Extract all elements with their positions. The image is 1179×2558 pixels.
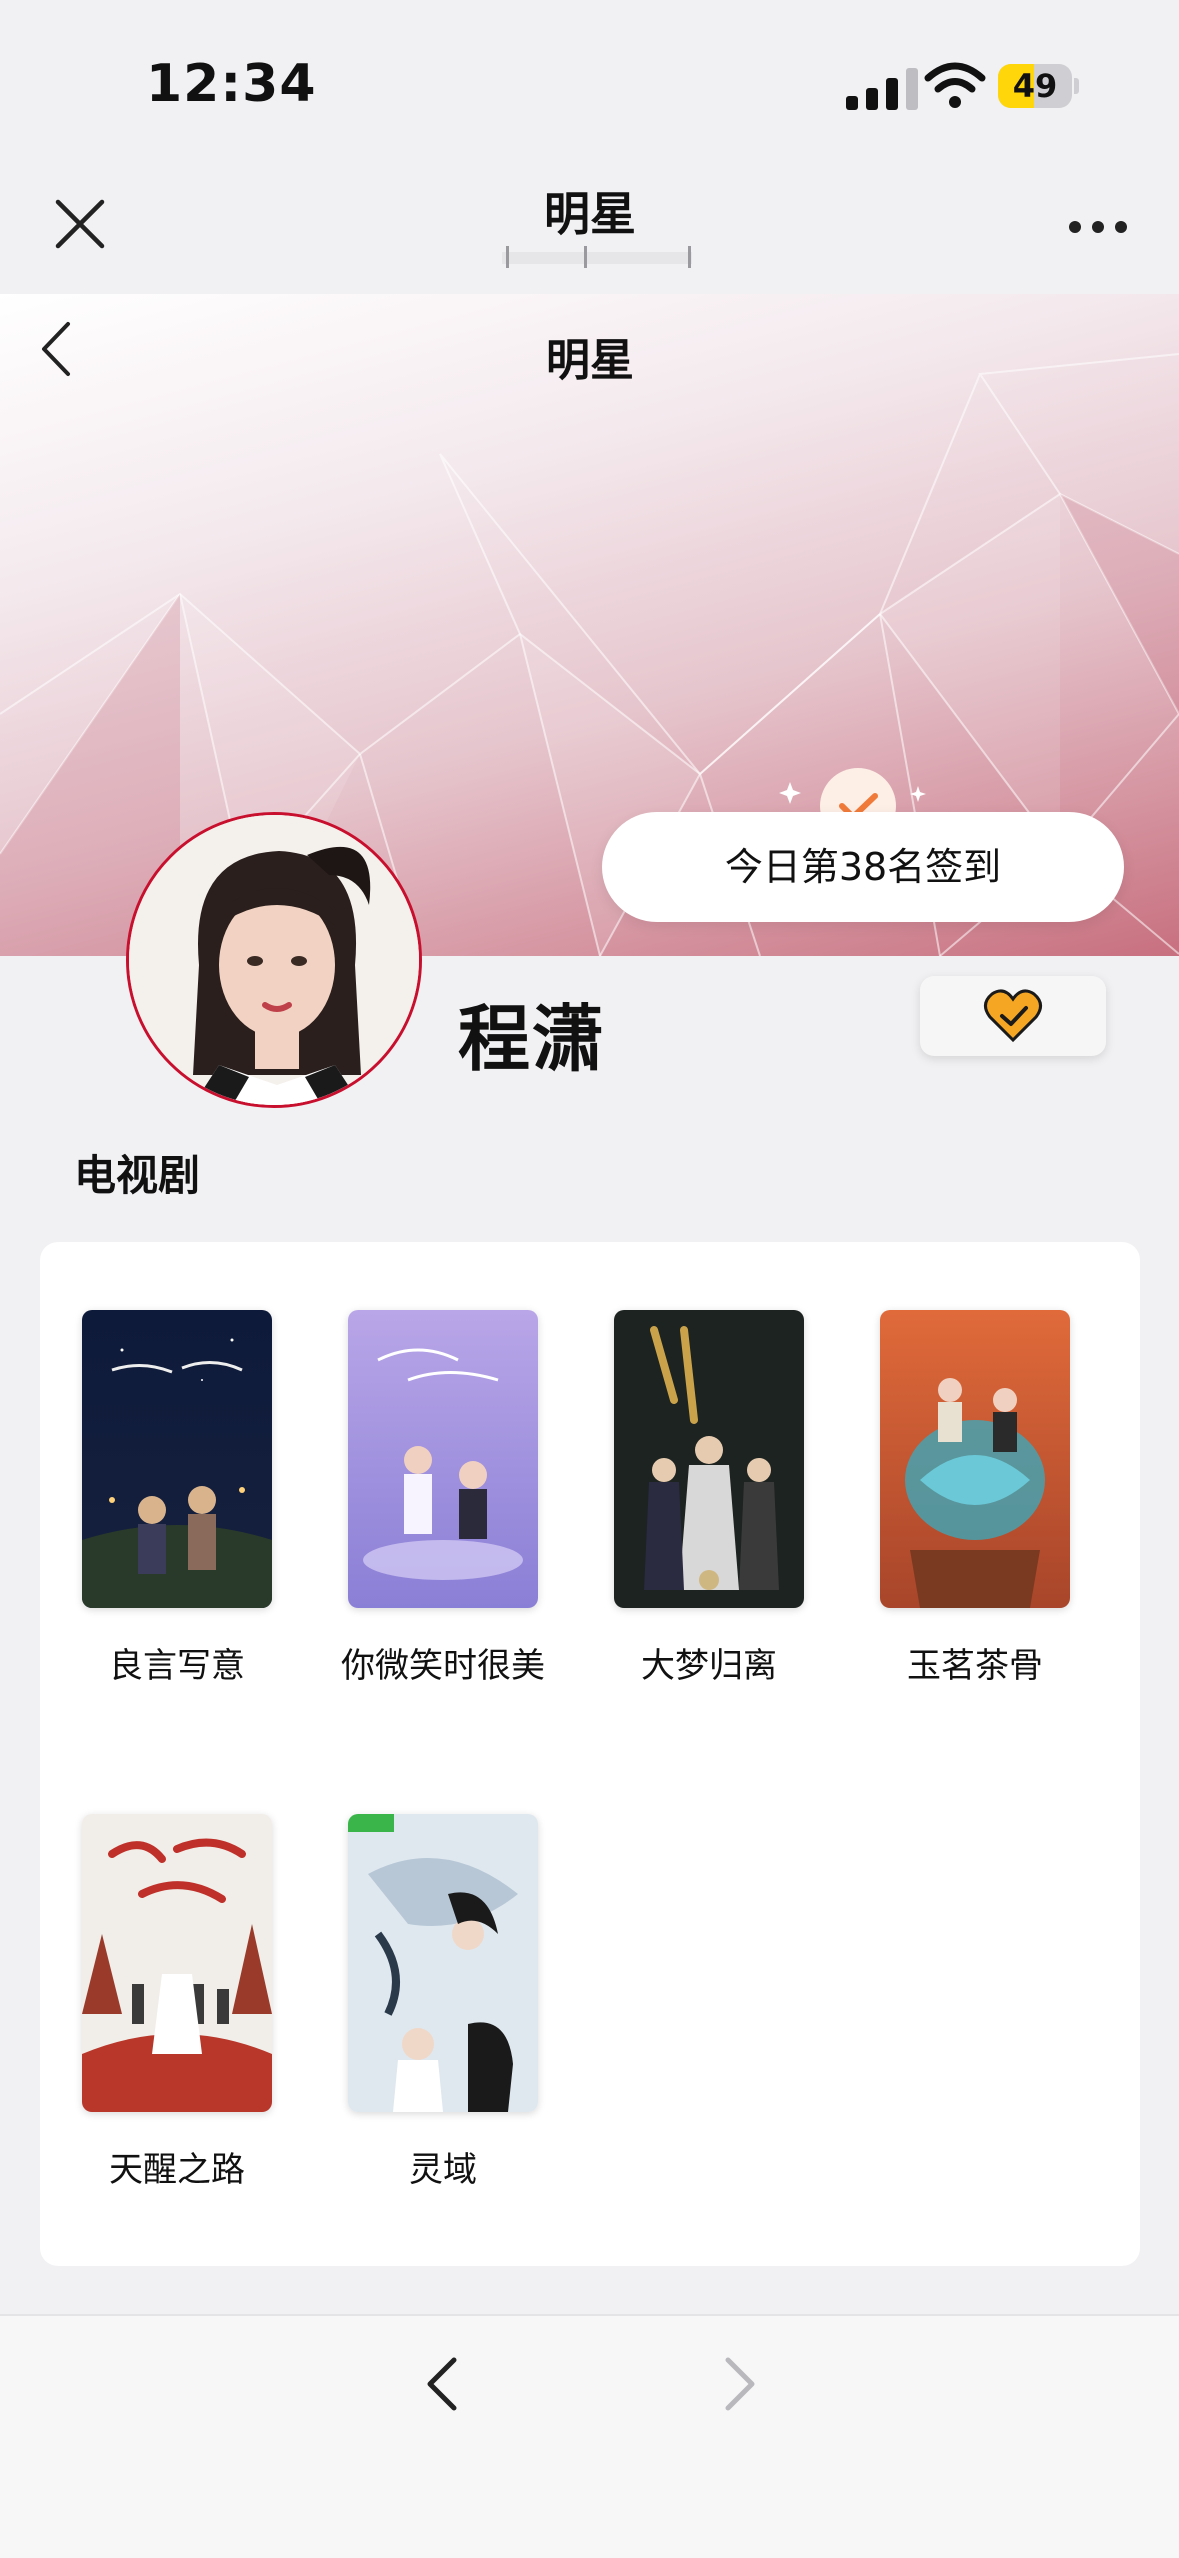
poster-image: [82, 1310, 272, 1608]
more-icon[interactable]: [1068, 220, 1128, 234]
drama-title: 你微笑时很美: [341, 1646, 545, 1686]
close-icon[interactable]: [52, 196, 108, 252]
poster-image: [82, 1814, 272, 2112]
nav-subtitle-decoration: [502, 246, 692, 268]
status-time: 12:34: [146, 54, 317, 114]
drama-item[interactable]: 天醒之路: [67, 1814, 287, 2194]
star-name: 程潇: [458, 997, 607, 1081]
drama-title: 良言写意: [109, 1646, 245, 1686]
wifi-icon: [924, 62, 986, 108]
back-arrow-icon[interactable]: [418, 2354, 464, 2414]
cellular-signal-icon: [846, 68, 918, 110]
back-icon[interactable]: [36, 318, 76, 380]
heart-check-icon: [984, 989, 1042, 1043]
poster-image: [348, 1310, 538, 1608]
drama-item[interactable]: 良言写意: [67, 1310, 287, 1690]
bottom-toolbar: [0, 2314, 1179, 2558]
banner-title: 明星: [546, 335, 634, 386]
nav-title: 明星: [544, 187, 636, 241]
battery-level: 49: [1012, 67, 1058, 105]
drama-title: 大梦归离: [641, 1646, 777, 1686]
forward-arrow-icon[interactable]: [718, 2354, 764, 2414]
battery-icon: 49: [998, 64, 1079, 110]
section-title: 电视剧: [74, 1151, 201, 1200]
drama-title: 玉茗茶骨: [907, 1646, 1043, 1686]
drama-list: 良言写意 你微笑时很美 大梦归离 玉茗茶骨 天醒之路 灵域: [40, 1242, 1140, 2266]
drama-item[interactable]: 大梦归离: [599, 1310, 819, 1690]
checkin-pill[interactable]: 今日第38名签到: [602, 812, 1124, 922]
drama-item[interactable]: 玉茗茶骨: [865, 1310, 1085, 1690]
follow-button[interactable]: [920, 976, 1106, 1056]
drama-title: 灵域: [409, 2150, 477, 2190]
drama-title: 天醒之路: [109, 2150, 245, 2190]
drama-item[interactable]: 灵域: [333, 1814, 553, 2194]
poster-image: [348, 1814, 538, 2112]
avatar: [126, 812, 422, 1108]
poster-image: [614, 1310, 804, 1608]
drama-item[interactable]: 你微笑时很美: [333, 1310, 553, 1690]
checkin-text: 今日第38名签到: [724, 845, 1002, 889]
poster-image: [880, 1310, 1070, 1608]
